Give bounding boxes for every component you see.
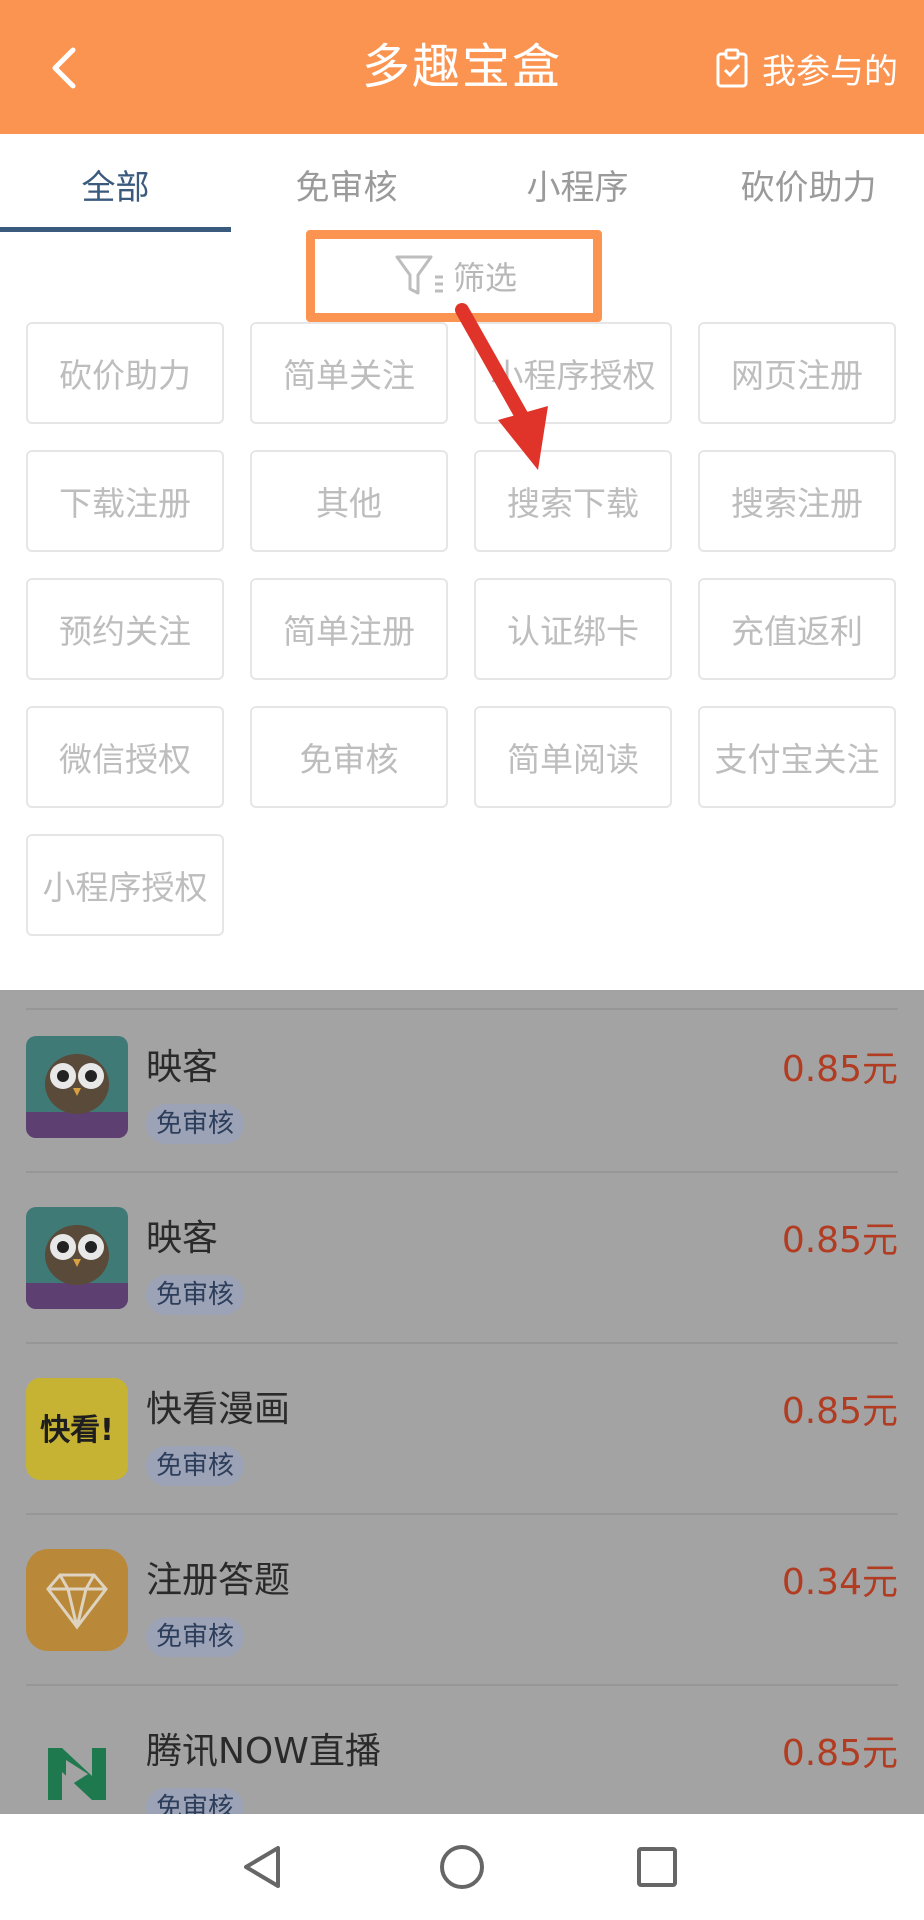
triangle-back-icon	[244, 1846, 280, 1888]
now-app-icon	[26, 1720, 128, 1814]
category-chip[interactable]: 预约关注	[26, 578, 224, 680]
tab-all[interactable]: 全部	[0, 134, 231, 234]
my-participation-button[interactable]: 我参与的	[714, 48, 898, 92]
clipboard-check-icon	[716, 48, 748, 88]
task-tag-badge: 免审核	[146, 1788, 245, 1814]
task-row[interactable]: 注册答题 免审核 0.34元	[0, 1515, 924, 1686]
nav-recents-button[interactable]	[622, 1832, 692, 1902]
category-chip[interactable]: 简单注册	[250, 578, 448, 680]
task-price: 0.85元	[781, 1391, 898, 1432]
nav-back-button[interactable]	[228, 1832, 298, 1902]
category-chip[interactable]: 网页注册	[698, 322, 896, 424]
category-chip[interactable]: 搜索注册	[698, 450, 896, 552]
category-chip[interactable]: 免审核	[250, 706, 448, 808]
category-chip[interactable]: 简单关注	[250, 322, 448, 424]
task-name: 映客	[146, 1047, 219, 1088]
my-participation-label: 我参与的	[762, 51, 898, 92]
task-list: 映客 免审核 0.85元 映客 免审核 0.85元 快看! 快看漫画 免审核 0…	[0, 990, 924, 1814]
nav-home-button[interactable]	[427, 1832, 497, 1902]
category-chip[interactable]: 其他	[250, 450, 448, 552]
owl-app-icon	[26, 1036, 128, 1138]
task-tag-badge: 免审核	[146, 1617, 245, 1657]
tab-bargain-help[interactable]: 砍价助力	[693, 134, 924, 234]
task-row[interactable]: 映客 免审核 0.85元	[0, 1173, 924, 1344]
annotation-arrow-icon	[455, 303, 548, 470]
square-recents-icon	[637, 1847, 677, 1887]
task-tag-badge: 免审核	[146, 1104, 245, 1144]
task-tag-badge: 免审核	[146, 1275, 245, 1315]
category-chip[interactable]: 简单阅读	[474, 706, 672, 808]
svg-text:快看!: 快看!	[40, 1413, 114, 1448]
category-chip[interactable]: 小程序授权	[26, 834, 224, 936]
circle-home-icon	[440, 1845, 484, 1889]
category-tabs: 全部 免审核 小程序 砍价助力	[0, 134, 924, 234]
tab-no-review[interactable]: 免审核	[231, 134, 462, 234]
category-chip[interactable]: 支付宝关注	[698, 706, 896, 808]
task-price: 0.85元	[781, 1049, 898, 1090]
task-price: 0.85元	[781, 1733, 898, 1774]
task-row[interactable]: 腾讯NOW直播 免审核 0.85元	[0, 1686, 924, 1814]
system-nav-bar	[0, 1814, 924, 1920]
task-name: 注册答题	[146, 1560, 291, 1601]
tab-mini-program[interactable]: 小程序	[462, 134, 693, 234]
category-chip[interactable]: 充值返利	[698, 578, 896, 680]
diamond-app-icon	[26, 1549, 128, 1651]
kuaikan-app-icon: 快看!	[26, 1378, 128, 1480]
category-chip[interactable]: 砍价助力	[26, 322, 224, 424]
task-price: 0.34元	[781, 1562, 898, 1603]
task-row[interactable]: 映客 免审核 0.85元	[0, 1002, 924, 1173]
category-chip[interactable]: 下载注册	[26, 450, 224, 552]
category-chip[interactable]: 认证绑卡	[474, 578, 672, 680]
category-chip[interactable]: 微信授权	[26, 706, 224, 808]
task-name: 快看漫画	[146, 1389, 291, 1430]
task-row[interactable]: 快看! 快看漫画 免审核 0.85元	[0, 1344, 924, 1515]
task-tag-badge: 免审核	[146, 1446, 245, 1486]
task-name: 映客	[146, 1218, 219, 1259]
filter-label: 筛选	[452, 259, 517, 297]
task-price: 0.85元	[781, 1220, 898, 1261]
top-bar: 多趣宝盒 我参与的	[0, 0, 924, 134]
filter-icon	[395, 255, 443, 295]
owl-app-icon	[26, 1207, 128, 1309]
task-name: 腾讯NOW直播	[146, 1731, 381, 1772]
